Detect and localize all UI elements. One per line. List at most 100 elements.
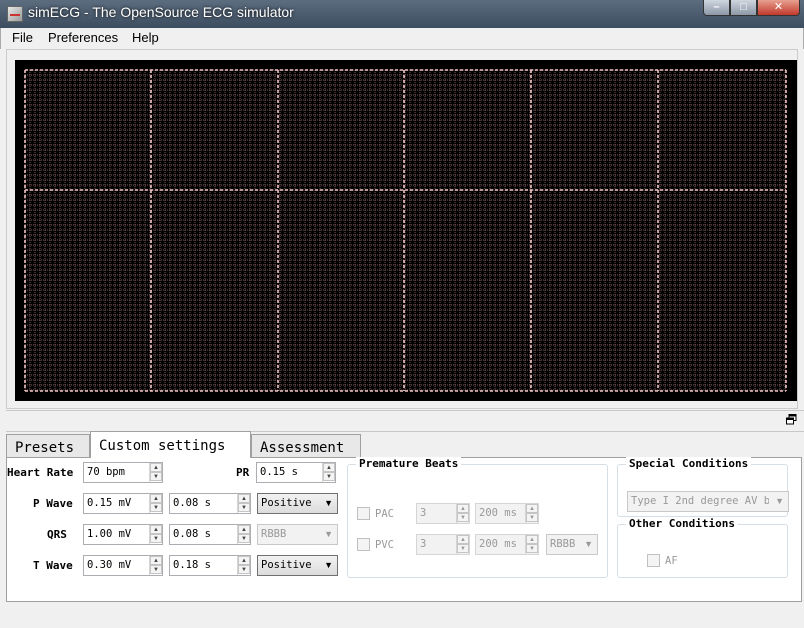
window-title: simECG - The OpenSource ECG simulator [28, 4, 294, 20]
p-wave-duration-value: 0.08 s [173, 497, 211, 509]
p-wave-label: P Wave [33, 497, 73, 510]
af-checkbox[interactable] [647, 554, 660, 567]
t-wave-duration-value: 0.18 s [173, 559, 211, 571]
float-dock-icon[interactable] [786, 414, 797, 425]
spin-up-icon[interactable]: ▲ [238, 525, 250, 534]
t-wave-amplitude-spinbox[interactable]: 0.30 mV ▲ ▼ [83, 555, 163, 576]
pac-label: PAC [375, 508, 394, 520]
qrs-amplitude-spinbox[interactable]: 1.00 mV ▲ ▼ [83, 524, 163, 545]
premature-beats-group: Premature Beats PAC 3 ▲ ▼ 200 ms ▲ ▼ PVC 3… [347, 457, 608, 578]
spin-up-icon[interactable]: ▲ [150, 463, 162, 472]
t-wave-label: T Wave [33, 559, 73, 572]
menu-bar: File Preferences Help [0, 28, 804, 49]
qrs-block-value: RBBB [261, 528, 287, 540]
dock-divider [6, 410, 804, 432]
pac-count-value: 3 [420, 507, 427, 519]
pvc-checkbox[interactable] [357, 538, 370, 551]
heart-rate-label: Heart Rate [7, 466, 74, 479]
spin-up-icon[interactable]: ▲ [526, 504, 538, 513]
title-bar: simECG - The OpenSource ECG simulator – … [0, 0, 804, 28]
spin-down-icon[interactable]: ▼ [238, 503, 250, 512]
pvc-count-value: 3 [420, 538, 427, 550]
special-conditions-value: Type I 2nd degree AV bl [631, 495, 769, 507]
spin-down-icon[interactable]: ▼ [526, 544, 538, 553]
spin-down-icon[interactable]: ▼ [323, 472, 335, 481]
p-wave-amplitude-value: 0.15 mV [87, 497, 132, 509]
t-wave-amplitude-value: 0.30 mV [87, 559, 132, 571]
dropdown-arrow-icon: ▼ [775, 496, 784, 506]
spin-up-icon[interactable]: ▲ [238, 556, 250, 565]
menu-help[interactable]: Help [132, 30, 159, 45]
spin-up-icon[interactable]: ▲ [150, 494, 162, 503]
status-bar [0, 606, 804, 628]
premature-beats-title: Premature Beats [356, 457, 462, 470]
pr-spinbox[interactable]: 0.15 s ▲ ▼ [256, 462, 336, 483]
pr-value: 0.15 s [260, 466, 298, 478]
qrs-block-select[interactable]: RBBB ▼ [257, 524, 338, 545]
pvc-label: PVC [375, 539, 394, 551]
t-wave-polarity-value: Positive [261, 559, 312, 571]
dropdown-arrow-icon: ▼ [324, 560, 333, 570]
special-conditions-group: Special Conditions Type I 2nd degree AV … [617, 457, 789, 517]
qrs-label: QRS [47, 528, 67, 541]
close-button[interactable]: ✕ [757, 0, 800, 16]
maximize-button[interactable]: □ [730, 0, 757, 16]
spin-down-icon[interactable]: ▼ [526, 513, 538, 522]
ecg-grid [24, 69, 787, 392]
spin-up-icon[interactable]: ▲ [150, 556, 162, 565]
p-wave-polarity-select[interactable]: Positive ▼ [257, 493, 338, 514]
qrs-amplitude-value: 1.00 mV [87, 528, 132, 540]
dropdown-arrow-icon: ▼ [324, 529, 333, 539]
special-conditions-select[interactable]: Type I 2nd degree AV bl ▼ [627, 491, 789, 512]
t-wave-duration-spinbox[interactable]: 0.18 s ▲ ▼ [169, 555, 251, 576]
pvc-count-spinbox[interactable]: 3 ▲ ▼ [416, 534, 470, 555]
pvc-interval-value: 200 ms [479, 538, 517, 550]
p-wave-polarity-value: Positive [261, 497, 312, 509]
p-wave-amplitude-spinbox[interactable]: 0.15 mV ▲ ▼ [83, 493, 163, 514]
pr-label: PR [236, 466, 250, 479]
pac-interval-spinbox[interactable]: 200 ms ▲ ▼ [475, 503, 539, 524]
spin-down-icon[interactable]: ▼ [457, 513, 469, 522]
heart-rate-value: 70 bpm [87, 466, 125, 478]
ecg-minor-grid [24, 69, 786, 391]
pac-count-spinbox[interactable]: 3 ▲ ▼ [416, 503, 470, 524]
pvc-morphology-select[interactable]: RBBB ▼ [546, 534, 598, 555]
spin-down-icon[interactable]: ▼ [457, 544, 469, 553]
spin-down-icon[interactable]: ▼ [150, 534, 162, 543]
dropdown-arrow-icon: ▼ [584, 539, 593, 549]
p-wave-duration-spinbox[interactable]: 0.08 s ▲ ▼ [169, 493, 251, 514]
spin-down-icon[interactable]: ▼ [238, 534, 250, 543]
other-conditions-group: Other Conditions AF [617, 517, 788, 578]
pvc-interval-spinbox[interactable]: 200 ms ▲ ▼ [475, 534, 539, 555]
menu-preferences[interactable]: Preferences [48, 30, 118, 45]
spin-up-icon[interactable]: ▲ [457, 535, 469, 544]
menu-file[interactable]: File [12, 30, 33, 45]
tab-assessment[interactable]: Assessment [251, 434, 361, 458]
heart-rate-spinbox[interactable]: 70 bpm ▲ ▼ [83, 462, 163, 483]
special-conditions-title: Special Conditions [626, 457, 752, 470]
spin-up-icon[interactable]: ▲ [150, 525, 162, 534]
custom-settings-panel: Heart Rate 70 bpm ▲ ▼ PR 0.15 s ▲ ▼ P Wave… [6, 457, 802, 602]
spin-down-icon[interactable]: ▼ [150, 503, 162, 512]
af-label: AF [665, 555, 678, 567]
pac-interval-value: 200 ms [479, 507, 517, 519]
spin-down-icon[interactable]: ▼ [150, 565, 162, 574]
t-wave-polarity-select[interactable]: Positive ▼ [257, 555, 338, 576]
pac-checkbox[interactable] [357, 507, 370, 520]
spin-up-icon[interactable]: ▲ [526, 535, 538, 544]
dropdown-arrow-icon: ▼ [324, 498, 333, 508]
pvc-morphology-value: RBBB [550, 538, 576, 550]
tab-custom-settings[interactable]: Custom settings [90, 431, 251, 458]
qrs-duration-value: 0.08 s [173, 528, 211, 540]
other-conditions-title: Other Conditions [626, 517, 738, 530]
tab-presets[interactable]: Presets [6, 434, 90, 458]
spin-up-icon[interactable]: ▲ [238, 494, 250, 503]
app-icon [7, 6, 23, 22]
ecg-display [15, 60, 797, 401]
minimize-button[interactable]: – [703, 0, 730, 16]
qrs-duration-spinbox[interactable]: 0.08 s ▲ ▼ [169, 524, 251, 545]
spin-down-icon[interactable]: ▼ [150, 472, 162, 481]
spin-up-icon[interactable]: ▲ [323, 463, 335, 472]
spin-up-icon[interactable]: ▲ [457, 504, 469, 513]
spin-down-icon[interactable]: ▼ [238, 565, 250, 574]
